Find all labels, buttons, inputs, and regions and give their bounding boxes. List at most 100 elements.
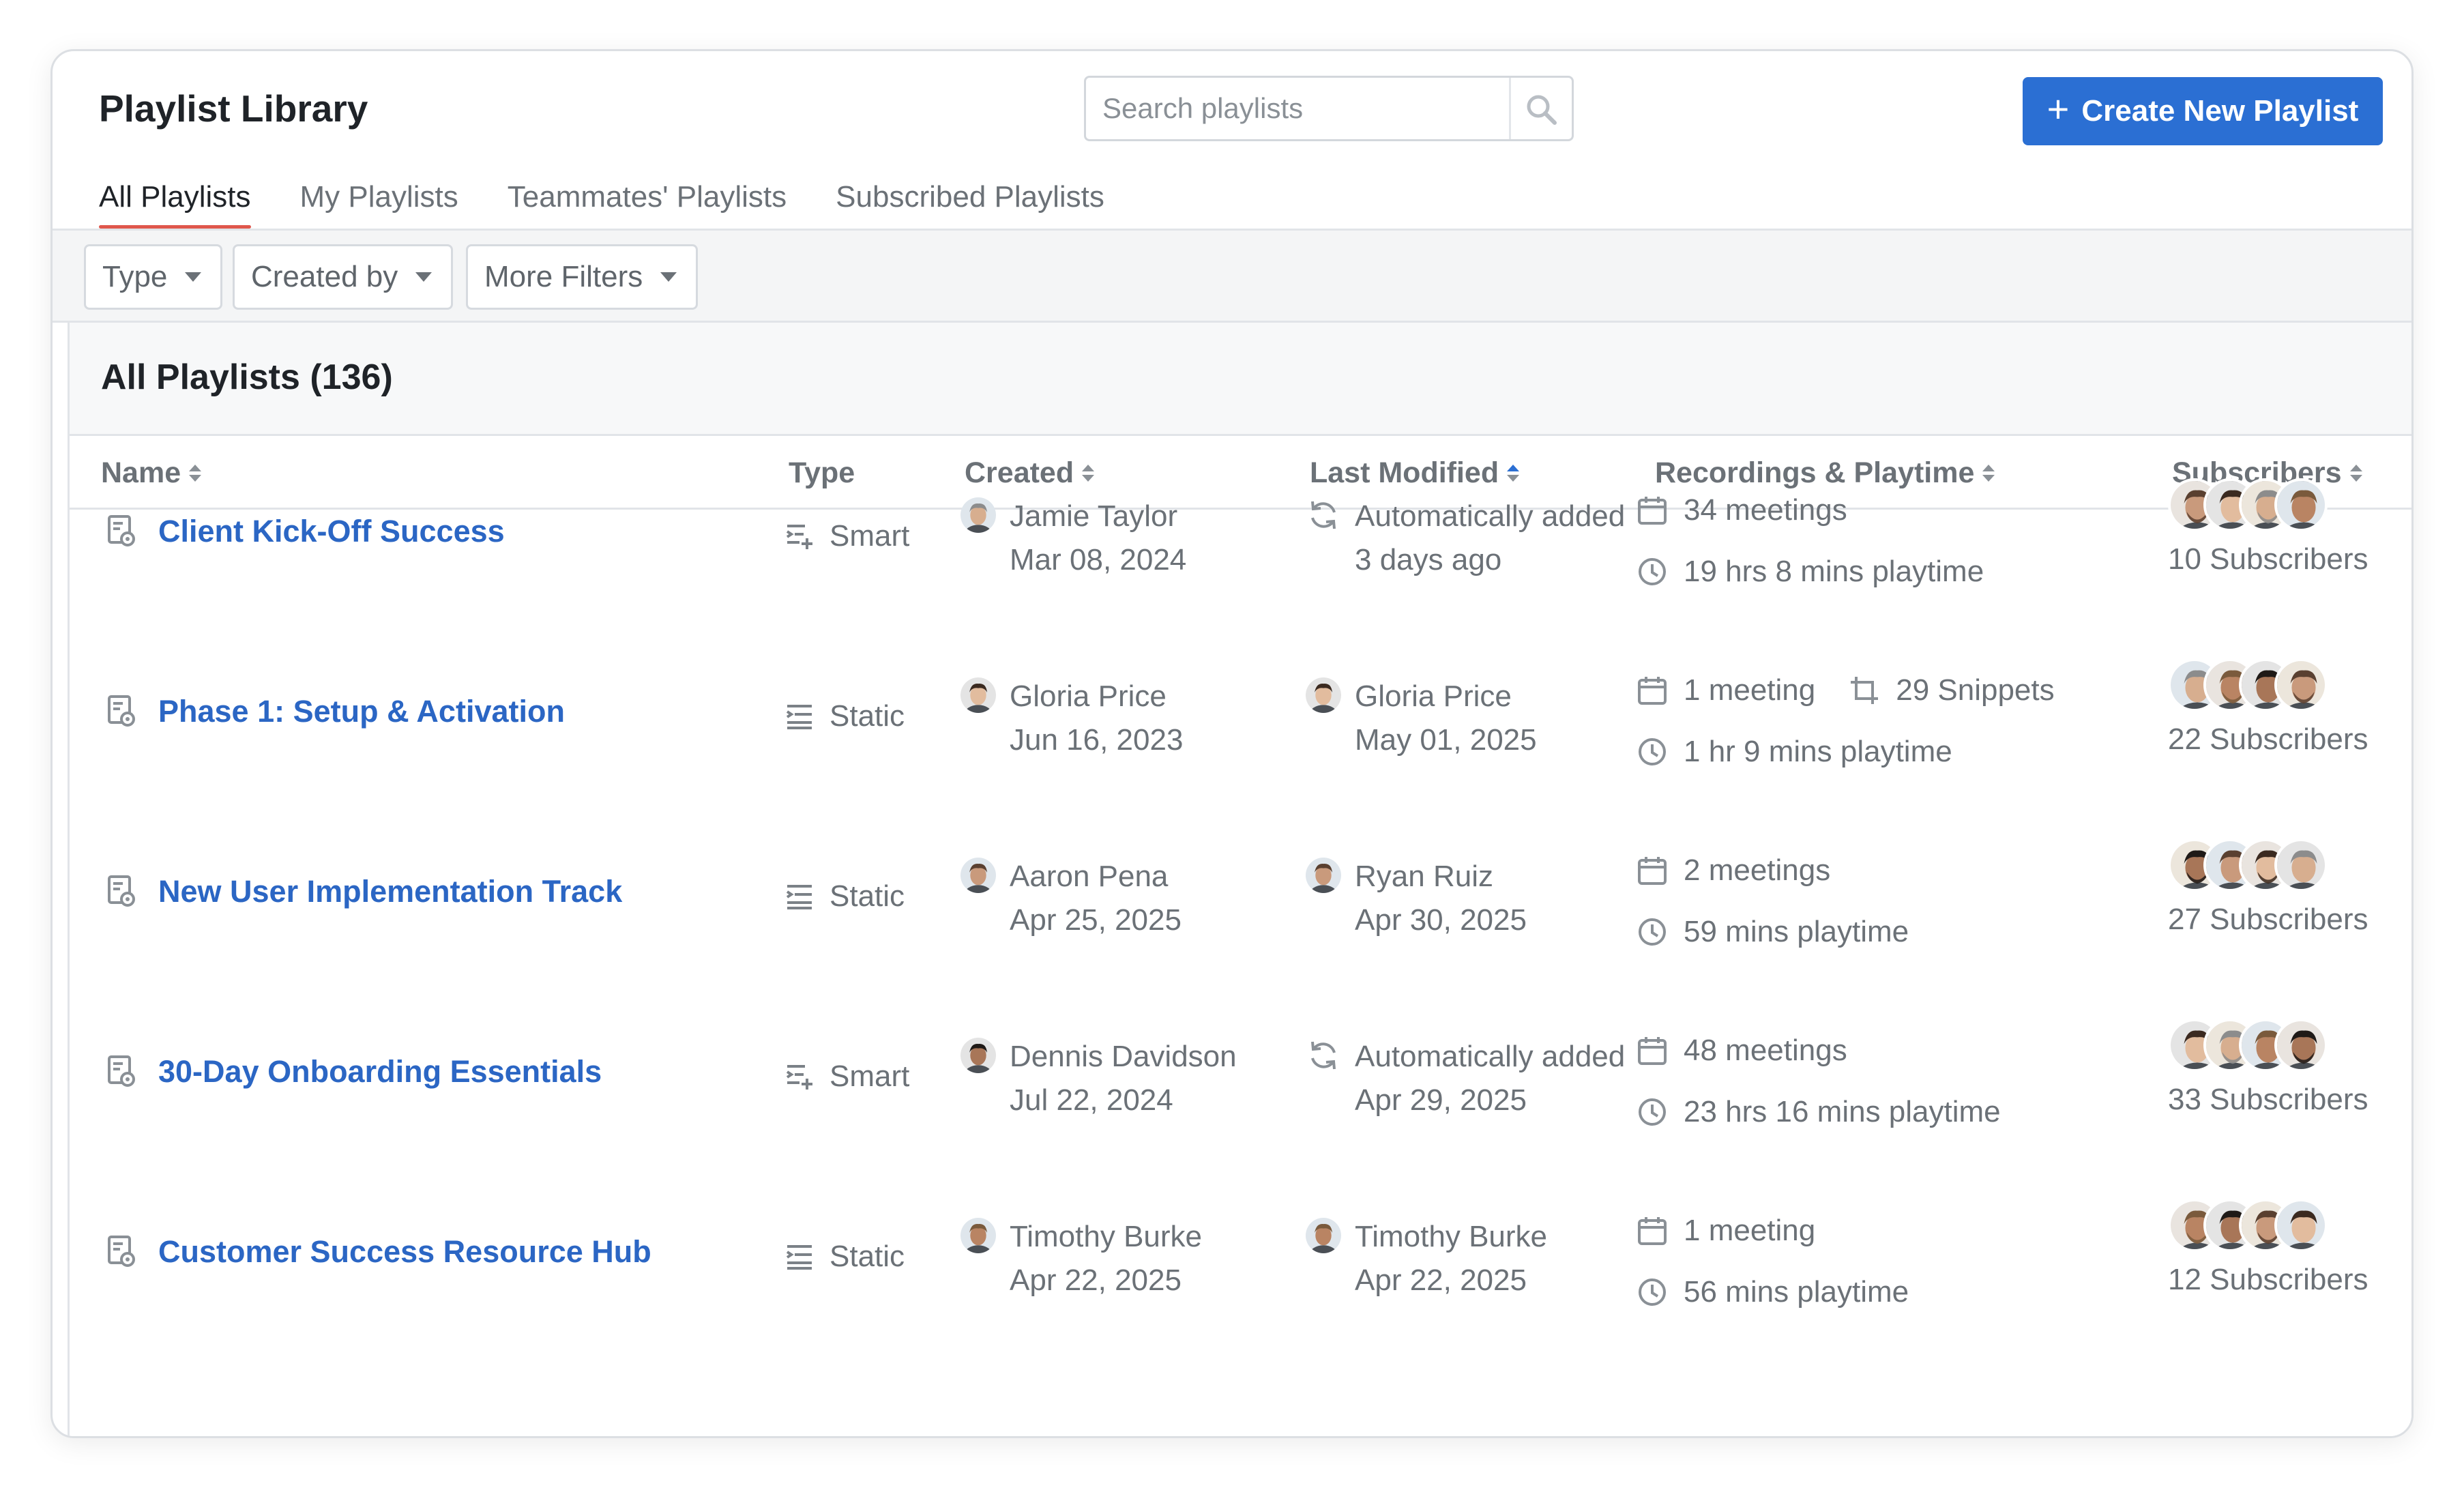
created-by: Gloria Price (1010, 680, 1167, 713)
subscribers-cell[interactable]: 10 Subscribers (2168, 478, 2400, 576)
playtime: 23 hrs 16 mins playtime (1684, 1095, 2001, 1128)
playlist-type-label: Static (830, 699, 905, 733)
subscriber-avatars (2168, 658, 2400, 713)
playlist-name-cell: New User Implementation Track (106, 874, 622, 909)
created-by: Jamie Taylor (1010, 499, 1178, 533)
playlist-type-label: Static (830, 1240, 905, 1273)
avatar (1306, 1218, 1341, 1253)
playlist-type-label: Smart (830, 1060, 910, 1093)
avatar (960, 677, 996, 713)
column-headers: Name Type Created Last Modified Recordin… (70, 436, 2411, 510)
avatar (1306, 858, 1341, 893)
meetings-count: 1 meeting (1684, 673, 1816, 707)
playlist-library-card: Playlist Library + Create New Playlist A… (50, 49, 2414, 1438)
search-box[interactable] (1084, 76, 1574, 141)
created-date: Mar 08, 2024 (1010, 543, 1187, 576)
table-row[interactable]: Phase 1: Setup & Activation Static Gloria … (70, 658, 2411, 873)
recordings-cell: 48 meetings 23 hrs 16 mins playtime (1636, 1020, 2001, 1143)
subscribers-cell[interactable]: 27 Subscribers (2168, 838, 2400, 937)
created-by: Aaron Pena (1010, 860, 1169, 893)
table-row[interactable]: New User Implementation Track Static Aaron… (70, 838, 2411, 1053)
subscriber-count: 33 Subscribers (2168, 1083, 2368, 1116)
column-header-name[interactable]: Name (101, 456, 202, 490)
playlist-name-link[interactable]: Client Kick-Off Success (158, 514, 505, 549)
avatar (960, 497, 996, 533)
static-list-icon (784, 1241, 816, 1272)
calendar-icon (1636, 674, 1669, 707)
smart-list-icon (784, 1061, 816, 1092)
subscriber-avatars (2168, 478, 2400, 533)
calendar-icon (1636, 854, 1669, 887)
playlist-name-link[interactable]: 30-Day Onboarding Essentials (158, 1054, 602, 1090)
clock-icon (1636, 1276, 1669, 1309)
column-header-last-modified[interactable]: Last Modified (1310, 456, 1520, 490)
last-modified-cell: Automatically added Apr 29, 2025 (1306, 1035, 1625, 1122)
caret-down-icon (660, 272, 677, 282)
plus-icon: + (2047, 87, 2070, 130)
playlist-name-cell: 30-Day Onboarding Essentials (106, 1054, 602, 1090)
sort-icon (1082, 465, 1095, 482)
playlist-icon (106, 1055, 138, 1089)
created-cell: Gloria Price Jun 16, 2023 (960, 675, 1183, 762)
avatar (960, 858, 996, 893)
sort-icon (189, 465, 202, 482)
smart-list-icon (784, 521, 816, 552)
created-date: Apr 25, 2025 (1010, 903, 1182, 937)
playlist-name-link[interactable]: Customer Success Resource Hub (158, 1234, 651, 1270)
playlist-name-link[interactable]: Phase 1: Setup & Activation (158, 694, 565, 729)
created-date: Jul 22, 2024 (1010, 1083, 1173, 1117)
created-cell: Dennis Davidson Jul 22, 2024 (960, 1035, 1237, 1122)
create-new-playlist-button[interactable]: + Create New Playlist (2023, 77, 2383, 145)
filter-more-filters-label: More Filters (484, 260, 643, 293)
tab-my-playlists[interactable]: My Playlists (300, 174, 458, 229)
subscriber-count: 22 Subscribers (2168, 722, 2368, 756)
avatar (2274, 1019, 2328, 1072)
playlist-type-cell: Static (784, 1240, 905, 1274)
avatar (2274, 478, 2328, 531)
table-row[interactable]: Client Kick-Off Success Smart Jamie Taylor… (70, 478, 2411, 692)
filter-more-filters-dropdown[interactable]: More Filters (466, 244, 699, 310)
playlist-name-link[interactable]: New User Implementation Track (158, 874, 622, 909)
modified-date: Apr 30, 2025 (1355, 903, 1527, 937)
last-modified-cell: Ryan Ruiz Apr 30, 2025 (1306, 855, 1527, 942)
recordings-cell: 2 meetings 59 mins playtime (1636, 840, 1909, 963)
playlist-name-cell: Client Kick-Off Success (106, 514, 505, 549)
table-row[interactable]: Customer Success Resource Hub Static Timot… (70, 1199, 2411, 1413)
last-modified-cell: Timothy Burke Apr 22, 2025 (1306, 1215, 1547, 1302)
created-by: Timothy Burke (1010, 1220, 1203, 1253)
subscribers-cell[interactable]: 33 Subscribers (2168, 1019, 2400, 1117)
tab-subscribed-playlists[interactable]: Subscribed Playlists (836, 174, 1104, 229)
last-modified-cell: Automatically added 3 days ago (1306, 495, 1625, 582)
playlist-type-label: Smart (830, 519, 910, 553)
avatar (2274, 1199, 2328, 1252)
clock-icon (1636, 735, 1669, 768)
subscribers-cell[interactable]: 22 Subscribers (2168, 658, 2400, 757)
column-header-created[interactable]: Created (965, 456, 1095, 490)
meetings-count: 2 meetings (1684, 853, 1831, 887)
calendar-icon (1636, 494, 1669, 527)
recordings-cell: 1 meeting 56 mins playtime (1636, 1200, 1909, 1323)
filter-bar: Type Created by More Filters (53, 229, 2411, 323)
create-button-label: Create New Playlist (2081, 94, 2359, 128)
playlist-icon (106, 1235, 138, 1269)
modified-date: 3 days ago (1355, 543, 1502, 576)
filter-created-by-label: Created by (251, 260, 398, 293)
table-row[interactable]: 30-Day Onboarding Essentials Smart Dennis … (70, 1019, 2411, 1233)
playlist-icon (106, 514, 138, 549)
sort-active-icon (1507, 465, 1520, 482)
clock-icon (1636, 555, 1669, 588)
subscribers-cell[interactable]: 12 Subscribers (2168, 1199, 2400, 1297)
tab-teammates-playlists[interactable]: Teammates' Playlists (508, 174, 787, 229)
playlist-name-cell: Phase 1: Setup & Activation (106, 694, 565, 729)
filter-created-by-dropdown[interactable]: Created by (233, 244, 454, 310)
list-title: All Playlists (136) (101, 357, 393, 397)
filter-type-dropdown[interactable]: Type (84, 244, 223, 310)
modified-date: Apr 22, 2025 (1355, 1263, 1527, 1297)
clock-icon (1636, 916, 1669, 948)
search-input[interactable] (1086, 78, 1509, 139)
search-icon[interactable] (1523, 91, 1561, 129)
subscriber-avatars (2168, 1019, 2400, 1073)
playlist-type-cell: Static (784, 699, 905, 733)
refresh-icon (1306, 497, 1341, 533)
tab-all-playlists[interactable]: All Playlists (99, 174, 251, 229)
